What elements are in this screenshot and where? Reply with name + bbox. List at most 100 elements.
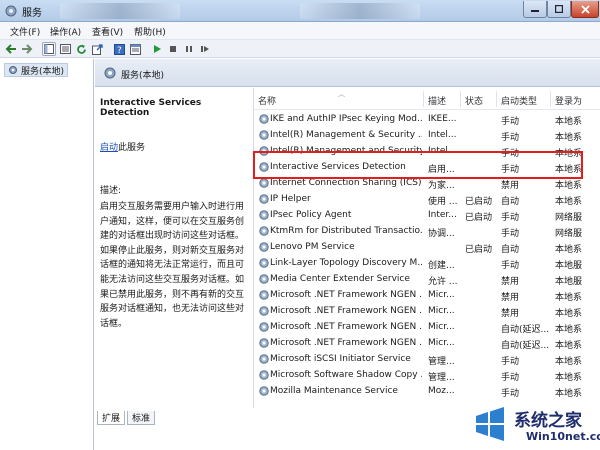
cell-name: Intel(R) Management & Security ...	[270, 130, 422, 140]
start-service-button[interactable]	[150, 42, 164, 56]
cell-name: IKE and AuthIP IPsec Keying Mod...	[270, 114, 422, 124]
column-header-startup-type[interactable]: 启动类型	[501, 94, 537, 107]
cell-startup: 手动	[501, 133, 520, 143]
services-table: ︿ 名称 描述 状态 启动类型 登录为 IKE and AuthIP IPsec…	[253, 88, 600, 408]
selected-service-name: Interactive Services Detection	[100, 98, 202, 118]
table-row[interactable]: Lenovo PM Service 已启动 自动 本地系	[254, 239, 600, 255]
console-tree-icon	[44, 44, 54, 54]
column-separator[interactable]	[496, 91, 497, 107]
tree-node-services-local[interactable]: 服务(本地)	[4, 63, 69, 77]
back-button[interactable]	[4, 42, 18, 56]
forward-button[interactable]	[20, 42, 34, 56]
table-row[interactable]: Media Center Extender Service 允许 ... 禁用 本地服	[254, 271, 600, 287]
column-header-status[interactable]: 状态	[465, 94, 483, 107]
help-button[interactable]: ?	[112, 42, 126, 56]
cell-name: IP Helper	[270, 194, 311, 204]
close-icon	[580, 4, 590, 14]
menu-action[interactable]: 操作(A)	[50, 25, 81, 38]
view-tabs: 扩展 标准	[95, 409, 255, 425]
table-row[interactable]: IP Helper 使用 ... 已启动 自动 本地系	[254, 191, 600, 207]
export-list-button[interactable]	[90, 42, 104, 56]
tab-extended[interactable]: 扩展	[97, 411, 126, 425]
cell-logon: 网络服	[555, 213, 583, 223]
table-row[interactable]: IKE and AuthIP IPsec Keying Mod... IKEE..…	[254, 111, 600, 127]
table-row[interactable]: Microsoft .NET Framework NGEN ... Micr...…	[254, 287, 600, 303]
table-row[interactable]: Microsoft iSCSI Initiator Service 管理... 手动…	[254, 351, 600, 367]
table-row[interactable]: Link-Layer Topology Discovery M... 创建... 手…	[254, 255, 600, 271]
table-row[interactable]: Microsoft .NET Framework NGEN ... Micr...…	[254, 319, 600, 335]
cell-name: KtmRm for Distributed Transactio...	[270, 226, 422, 236]
pause-service-button[interactable]	[182, 42, 196, 56]
content-header: 服务(本地)	[95, 59, 600, 87]
tab-standard[interactable]: 标准	[127, 411, 156, 425]
start-service-suffix: 此服务	[118, 143, 146, 153]
cell-logon: 本地系	[555, 309, 583, 319]
list-view-button[interactable]	[58, 42, 72, 56]
cell-desc: Intel...	[428, 130, 457, 140]
cell-name: Microsoft .NET Framework NGEN ...	[270, 322, 422, 332]
table-row[interactable]: Microsoft .NET Framework NGEN ... Micr...…	[254, 303, 600, 319]
column-separator[interactable]	[423, 91, 424, 107]
start-service-line: 启动此服务	[100, 140, 248, 153]
service-gear-icon	[259, 258, 269, 268]
table-row[interactable]: IPsec Policy Agent Inter... 已启动 手动 网络服	[254, 207, 600, 223]
cell-desc: Moz...	[428, 386, 455, 396]
cell-logon: 本地系	[555, 357, 583, 367]
cell-logon: 本地系	[555, 373, 583, 383]
column-header-name[interactable]: 名称	[258, 94, 276, 107]
cell-startup: 手动	[501, 117, 520, 127]
cell-desc: Micr...	[428, 338, 455, 348]
table-row[interactable]: Microsoft Software Shadow Copy ... 管理... 手…	[254, 367, 600, 383]
cell-startup: 禁用	[501, 277, 520, 287]
service-gear-icon	[259, 322, 269, 332]
cell-desc: 管理...	[428, 373, 455, 383]
cell-name: Microsoft Software Shadow Copy ...	[270, 370, 422, 380]
cell-logon: 本地系	[555, 245, 583, 255]
menu-file[interactable]: 文件(F)	[10, 25, 40, 38]
restart-service-button[interactable]	[198, 42, 212, 56]
column-separator[interactable]	[550, 91, 551, 107]
table-row[interactable]: Intel(R) Management & Security ... Intel.…	[254, 127, 600, 143]
cell-logon: 本地系	[555, 389, 583, 399]
cell-desc: Micr...	[428, 322, 455, 332]
minimize-button[interactable]	[523, 1, 547, 18]
blurred-area	[300, 3, 420, 19]
service-gear-icon	[259, 370, 269, 380]
cell-name: IPsec Policy Agent	[270, 210, 352, 220]
menu-view[interactable]: 查看(V)	[92, 25, 123, 38]
menu-help[interactable]: 帮助(H)	[134, 25, 166, 38]
table-row[interactable]: Microsoft .NET Framework NGEN ... Micr...…	[254, 335, 600, 351]
cell-name: Microsoft iSCSI Initiator Service	[270, 354, 411, 364]
maximize-button[interactable]	[547, 1, 571, 18]
service-gear-icon	[259, 386, 269, 396]
service-gear-icon	[259, 114, 269, 124]
cell-startup: 手动	[501, 213, 520, 223]
cell-desc: 为家...	[428, 181, 455, 191]
services-app-icon	[5, 5, 17, 17]
cell-desc: Micr...	[428, 290, 455, 300]
cell-name: Microsoft .NET Framework NGEN ...	[270, 338, 422, 348]
service-gear-icon	[259, 210, 269, 220]
maximize-icon	[555, 5, 563, 13]
properties-button[interactable]	[128, 42, 142, 56]
table-row[interactable]: KtmRm for Distributed Transactio... 协调...…	[254, 223, 600, 239]
export-icon	[91, 43, 103, 55]
column-header-description[interactable]: 描述	[428, 94, 446, 107]
table-row[interactable]: Mozilla Maintenance Service Moz... 手动 本地系	[254, 383, 600, 399]
start-service-link[interactable]: 启动	[100, 143, 118, 153]
show-tree-button[interactable]	[42, 42, 56, 56]
cell-name: Microsoft .NET Framework NGEN ...	[270, 306, 422, 316]
stop-service-button[interactable]	[166, 42, 180, 56]
column-header-logon-as[interactable]: 登录为	[555, 94, 582, 107]
cell-startup: 手动	[501, 373, 520, 383]
close-button[interactable]	[571, 1, 599, 18]
column-separator[interactable]	[460, 91, 461, 107]
cell-desc: 允许 ...	[428, 277, 458, 287]
content-header-title: 服务(本地)	[121, 71, 165, 81]
cell-logon: 网络服	[555, 229, 583, 239]
service-gear-icon	[259, 338, 269, 348]
refresh-button[interactable]	[74, 42, 88, 56]
services-gear-icon	[104, 67, 116, 79]
toolbar: ?	[0, 40, 600, 58]
service-description-pane: Interactive Services Detection 启动此服务 描述:…	[95, 88, 253, 408]
